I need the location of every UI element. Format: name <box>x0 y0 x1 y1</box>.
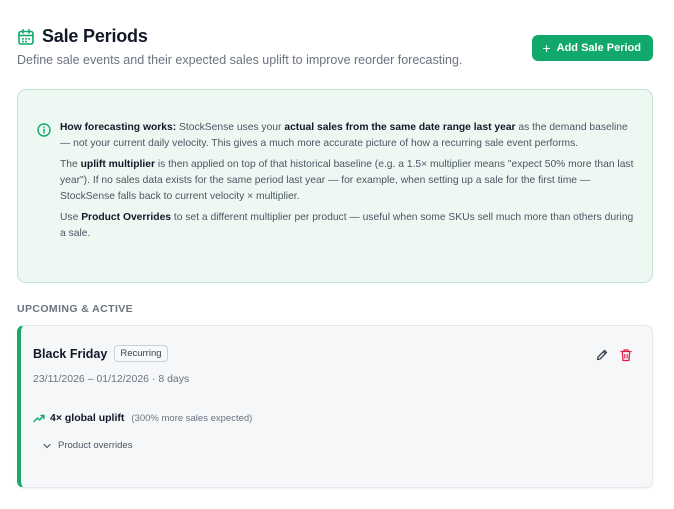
uplift-note: (300% more sales expected) <box>131 412 253 424</box>
info-icon <box>37 123 51 137</box>
info-paragraph-3: Use Product Overrides to set a different… <box>60 210 640 242</box>
info-emphasis: uplift multiplier <box>80 159 155 170</box>
sale-period-card: Black Friday Recurring 23/11/2026 – 01/1… <box>17 325 653 488</box>
uplift-row: 4× global uplift (300% more sales expect… <box>33 412 252 424</box>
section-heading: UPCOMING & ACTIVE <box>17 303 134 315</box>
chevron-down-icon <box>43 443 51 448</box>
trash-icon[interactable] <box>619 348 633 362</box>
trending-up-icon <box>33 414 45 423</box>
pencil-icon[interactable] <box>595 348 609 362</box>
info-emphasis: actual sales from the same date range la… <box>284 122 516 133</box>
sale-name: Black Friday <box>33 346 108 361</box>
card-title-row: Black Friday Recurring <box>33 345 168 362</box>
info-text-span: StockSense uses your <box>176 122 285 133</box>
info-lead: How forecasting works: <box>60 122 177 133</box>
recurring-badge: Recurring <box>114 345 168 362</box>
calendar-icon <box>18 28 34 45</box>
uplift-label: 4× global uplift <box>50 412 125 424</box>
plus-icon: + <box>542 40 551 56</box>
product-overrides-label: Product overrides <box>58 440 133 451</box>
product-overrides-toggle[interactable]: Product overrides <box>43 440 132 451</box>
info-paragraph-2: The uplift multiplier is then applied on… <box>60 157 640 205</box>
page-header: Sale Periods Define sale events and thei… <box>17 26 653 72</box>
sale-dates: 23/11/2026 – 01/12/2026 · 8 days <box>33 373 190 385</box>
info-paragraph-1: How forecasting works: StockSense uses y… <box>60 120 640 152</box>
page-title: Sale Periods <box>42 26 148 46</box>
add-sale-period-label: Add Sale Period <box>556 42 641 54</box>
info-text: How forecasting works: StockSense uses y… <box>60 120 640 247</box>
info-text-span: The <box>60 159 81 170</box>
add-sale-period-button[interactable]: + Add Sale Period <box>532 35 653 61</box>
info-text-span: Use <box>60 212 82 223</box>
info-emphasis: Product Overrides <box>81 212 172 223</box>
forecasting-info-box: How forecasting works: StockSense uses y… <box>17 89 653 283</box>
